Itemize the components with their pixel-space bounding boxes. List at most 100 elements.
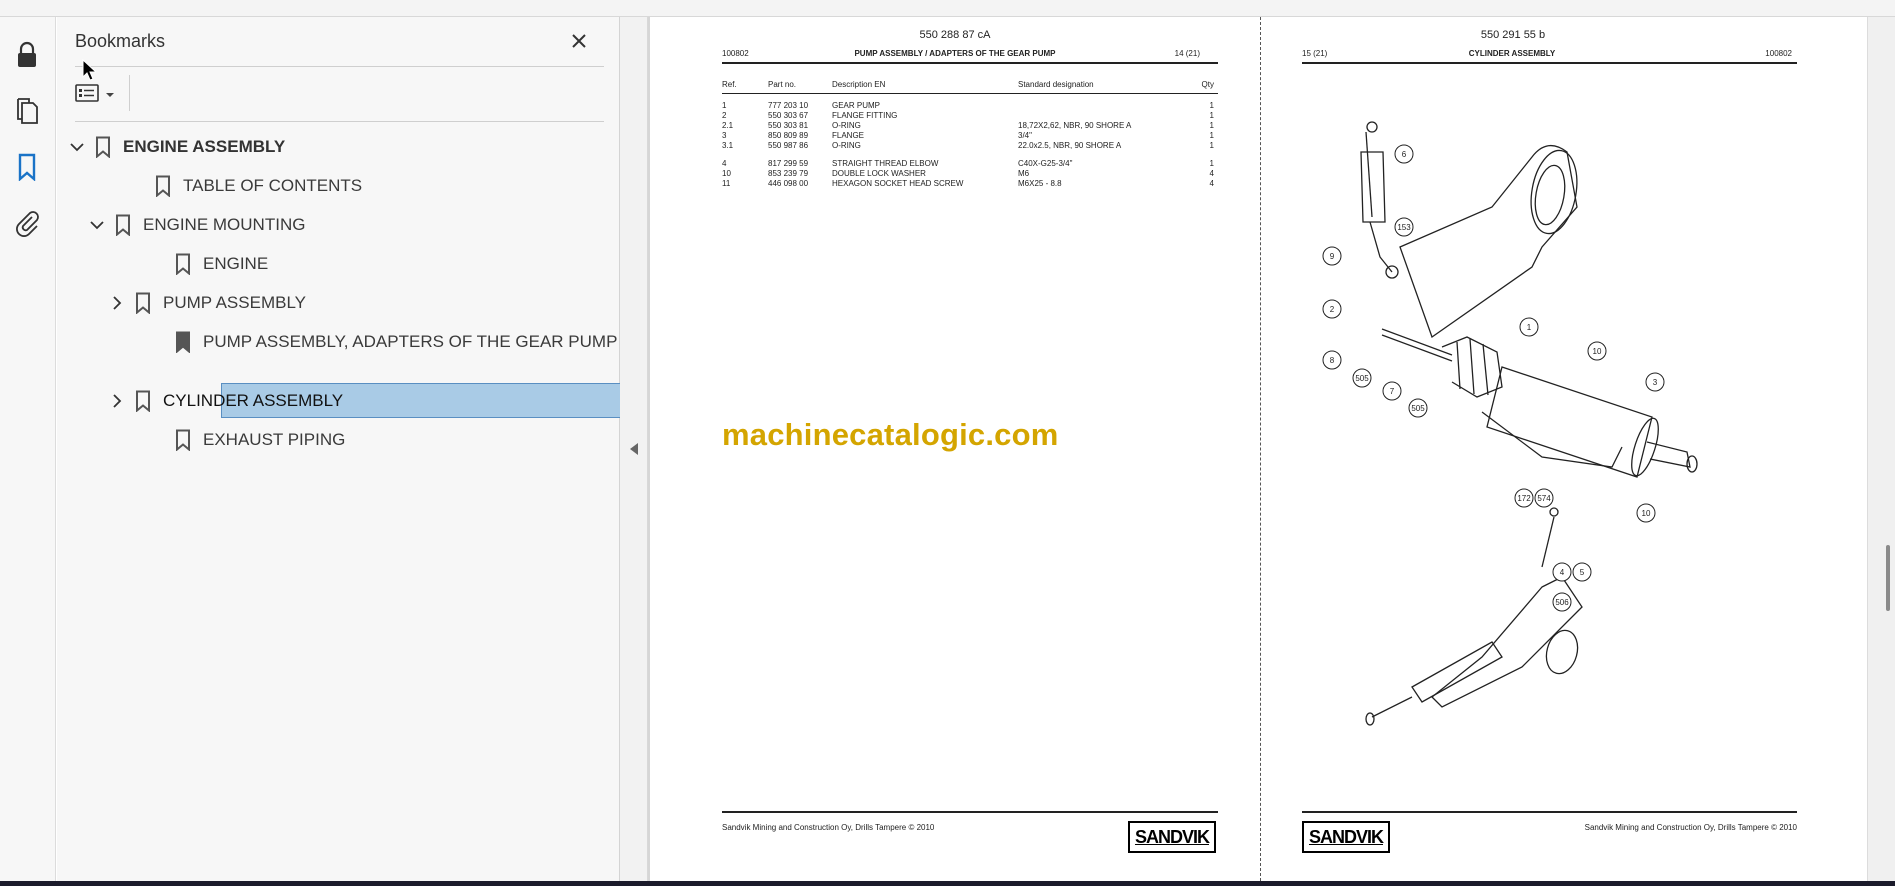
bookmark-label: ENGINE [203,254,269,273]
rule [1302,62,1797,64]
page-heading: CYLINDER ASSEMBLY [1468,49,1556,58]
parts-rows-a: 1 777 203 10 GEAR PUMP 1 2 550 303 67 FLANGE … [720,101,1216,151]
collapse-left-icon[interactable] [628,442,640,456]
svg-text:7: 7 [1390,387,1395,396]
divider [129,75,130,111]
scrollbar-thumb[interactable] [1886,545,1890,611]
sandvik-logo: SANDVIK [1302,821,1390,853]
bookmark-icon [153,174,173,198]
bookmark-item-cylinder-assembly[interactable]: CYLINDER ASSEMBLY [107,384,343,418]
bookmark-label: PUMP ASSEMBLY [163,293,306,312]
exploded-drawing: 6 153 9 2 1 10 8 505 7 505 3 172 574 10 … [1322,121,1698,726]
bookmark-icon [173,428,193,452]
svg-text:9: 9 [1330,252,1335,261]
pages-icon[interactable] [8,92,46,130]
bookmark-item-engine-assembly[interactable]: ENGINE ASSEMBLY [67,130,285,164]
bookmark-label: ENGINE ASSEMBLY [123,137,286,156]
divider [75,121,604,122]
svg-text:505: 505 [1411,404,1425,413]
footer-text: Sandvik Mining and Construction Oy, Dril… [722,823,935,832]
chevron-down-icon[interactable] [67,137,87,157]
bookmark-icon [93,135,113,159]
table-row: 1 777 203 10 GEAR PUMP 1 [722,101,1214,110]
toolbar-strip [0,0,1895,17]
svg-text:153: 153 [1397,223,1411,232]
bookmark-item-pump-assembly[interactable]: PUMP ASSEMBLY [107,286,306,320]
attachment-icon[interactable] [8,204,46,242]
bookmark-icon [133,389,153,413]
table-header: Ref. Part no. Description EN Standard de… [722,80,1214,89]
bookmark-item-table-of-contents[interactable]: TABLE OF CONTENTS [147,169,362,203]
bookmark-icon [173,252,193,276]
doc-number: 100802 [1765,49,1792,58]
bookmark-label: CYLINDER ASSEMBLY [163,391,344,410]
chevron-down-icon[interactable] [87,215,107,235]
taskbar-edge [0,881,1895,886]
document-area[interactable]: 550 288 87 cA 100802 PUMP ASSEMBLY / ADA… [648,17,1867,881]
parts-rows-b: 4 817 299 59 STRAIGHT THREAD ELBOW C40X-G25… [720,159,1216,189]
rule [722,93,1218,94]
page-15: 550 291 55 b 15 (21) CYLINDER ASSEMBLY 1… [1262,17,1867,881]
options-icon [75,83,99,108]
bookmark-label: PUMP ASSEMBLY, ADAPTERS OF THE GEAR PUMP [203,332,618,351]
page-number: 15 (21) [1302,49,1328,58]
options-button[interactable] [75,80,121,110]
chevron-right-icon[interactable] [107,391,127,411]
pdf-viewer-window: Bookmarks ENGINE ASSEMBLY TABLE OF CONTE… [0,0,1895,886]
svg-text:1: 1 [1527,323,1532,332]
close-icon[interactable] [565,27,593,55]
svg-text:10: 10 [1593,347,1602,356]
rule [722,62,1218,64]
doc-number: 100802 [722,49,749,58]
svg-text:506: 506 [1555,598,1569,607]
svg-text:574: 574 [1537,494,1551,503]
table-row: 2 550 303 67 FLANGE FITTING 1 [722,111,1214,120]
svg-text:6: 6 [1402,150,1407,159]
lock-icon[interactable] [8,36,46,74]
drawing-code: 550 291 55 b [1480,29,1546,41]
svg-text:2: 2 [1330,305,1335,314]
page-14: 550 288 87 cA 100802 PUMP ASSEMBLY / ADA… [650,17,1260,881]
drawing-code: 550 288 87 cA [919,29,991,41]
bookmark-icon [173,330,193,354]
rule [722,811,1218,813]
table-row: 11 446 098 00 HEXAGON SOCKET HEAD SCREW M6X… [722,179,1214,188]
bookmark-icon[interactable] [8,148,46,186]
table-row: 3.1 550 987 86 O-RING 22.0x2.5, NBR, 90 SHO… [722,141,1214,150]
svg-text:172: 172 [1517,494,1531,503]
bookmark-item-pump-assembly-adapters[interactable]: PUMP ASSEMBLY, ADAPTERS OF THE GEAR PUMP [167,325,617,359]
bookmark-icon [133,291,153,315]
footer-text: Sandvik Mining and Construction Oy, Dril… [1584,823,1797,832]
vertical-scrollbar[interactable] [1867,17,1895,881]
svg-text:10: 10 [1642,509,1651,518]
table-row: 2.1 550 303 81 O-RING 18,72X2,62, NBR, 90 S… [722,121,1214,130]
bookmark-icon [113,213,133,237]
chevron-down-icon [105,86,115,104]
svg-text:8: 8 [1330,356,1335,365]
bookmark-item-engine-mounting[interactable]: ENGINE MOUNTING [87,208,305,242]
bookmark-label: TABLE OF CONTENTS [183,176,363,195]
bookmark-label: ENGINE MOUNTING [143,215,306,234]
svg-text:4: 4 [1560,568,1565,577]
panel-title: Bookmarks [75,31,166,51]
rule [1302,811,1797,813]
divider [75,66,604,67]
table-row: 3 850 809 89 FLANGE 3/4" 1 [722,131,1214,140]
chevron-right-icon[interactable] [107,293,127,313]
parts-table: Ref. Part no. Description EN Standard de… [720,80,1216,90]
svg-text:5: 5 [1580,568,1585,577]
sandvik-logo: SANDVIK [1128,821,1216,853]
page-heading: PUMP ASSEMBLY / ADAPTERS OF THE GEAR PUM… [854,49,1056,58]
bookmark-item-exhaust-piping[interactable]: EXHAUST PIPING [167,423,345,457]
svg-text:505: 505 [1355,374,1369,383]
bookmarks-panel: Bookmarks ENGINE ASSEMBLY TABLE OF CONTE… [57,17,669,881]
bookmark-label: EXHAUST PIPING [203,430,346,449]
page-number: 14 (21) [1174,49,1200,58]
svg-text:3: 3 [1653,378,1658,387]
table-row: 10 853 239 79 DOUBLE LOCK WASHER M6 4 [722,169,1214,178]
tool-rail [0,17,56,881]
bookmark-item-engine[interactable]: ENGINE [167,247,268,281]
table-row: 4 817 299 59 STRAIGHT THREAD ELBOW C40X-G25… [722,159,1214,168]
watermark-text: machinecatalogic.com [722,417,1059,452]
panel-splitter[interactable] [620,17,648,881]
